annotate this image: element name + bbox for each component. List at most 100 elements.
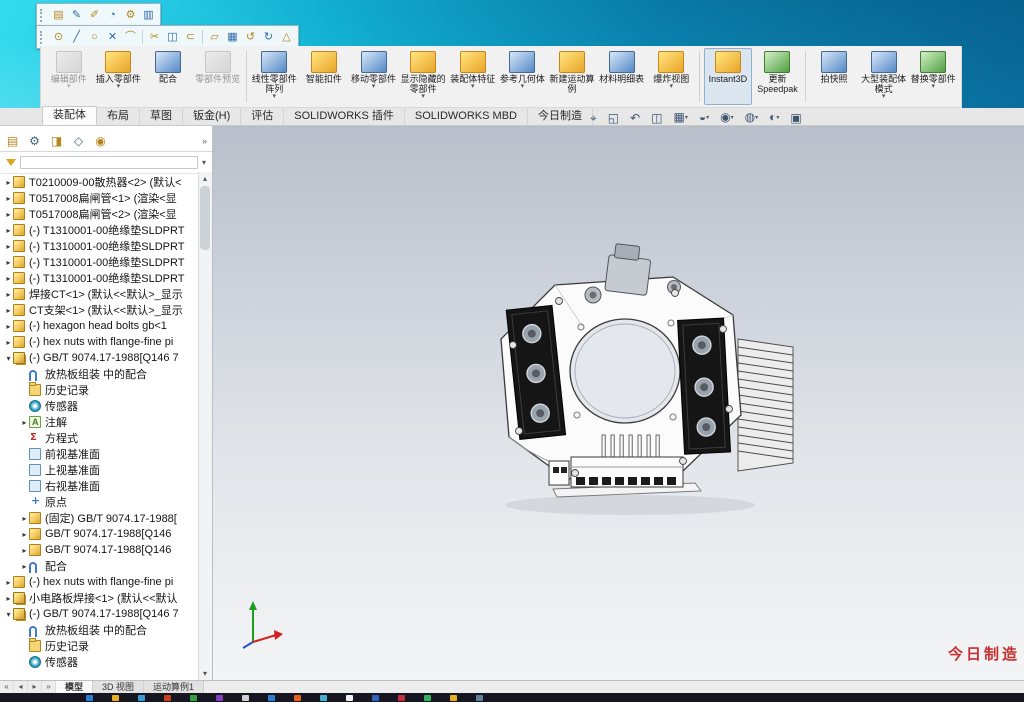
expand-arrow-icon[interactable]: ▾	[4, 354, 13, 363]
ribbon-button-update-speedpak[interactable]: 更新 Speedpak	[754, 48, 802, 105]
tree-item[interactable]: ▸T0210009-00散热器<2> (默认<	[0, 174, 199, 190]
tree-item[interactable]: ▸GB/T 9074.17-1988[Q146	[0, 542, 199, 558]
3d-views-tab[interactable]: 3D 视图	[93, 681, 144, 693]
tree-item[interactable]: 右视基准面	[0, 478, 199, 494]
expand-arrow-icon[interactable]: ▸	[4, 242, 13, 251]
notebook-icon[interactable]: ▥	[140, 7, 157, 23]
expand-arrow-icon[interactable]: ▸	[20, 418, 29, 427]
pen-icon[interactable]: ✎	[68, 7, 85, 23]
tab-scroll-next-icon[interactable]: ▸	[28, 681, 42, 693]
expand-arrow-icon[interactable]: ▸	[20, 562, 29, 571]
scroll-down-icon[interactable]: ▾	[199, 667, 211, 680]
expand-arrow-icon[interactable]: ▸	[4, 258, 13, 267]
arc-icon[interactable]: ⌒	[122, 29, 139, 45]
tab-solidworks-mbd[interactable]: SOLIDWORKS MBD	[405, 108, 528, 125]
trim-icon[interactable]: ✂	[146, 29, 163, 45]
tree-item[interactable]: 历史记录	[0, 638, 199, 654]
taskbar-app-icon[interactable]	[164, 695, 171, 701]
taskbar-app-icon[interactable]	[112, 695, 119, 701]
tree-item[interactable]: ▸T0517008扁闸管<1> (渲染<显	[0, 190, 199, 206]
tree-item[interactable]: ▸配合	[0, 558, 199, 574]
circle-icon[interactable]: ○	[86, 29, 103, 45]
expand-arrow-icon[interactable]: ▸	[4, 338, 13, 347]
model-tab[interactable]: 模型	[56, 681, 93, 693]
zoom-fit-icon[interactable]: ⌖	[585, 110, 602, 126]
featuremanager-tab[interactable]: ▤	[5, 134, 20, 148]
expand-arrow-icon[interactable]: ▸	[4, 322, 13, 331]
tab-scroll-prev-icon[interactable]: ◂	[14, 681, 28, 693]
tab-scroll-first-icon[interactable]: «	[0, 681, 14, 693]
tree-item[interactable]: ▸(-) hex nuts with flange-fine pi	[0, 334, 199, 350]
ribbon-button-smart-fasteners[interactable]: 智能扣件	[300, 48, 348, 105]
tab-evaluate[interactable]: 评估	[241, 108, 284, 125]
ribbon-button-edit-component[interactable]: 编辑部件	[45, 48, 93, 105]
tree-item[interactable]: 原点	[0, 494, 199, 510]
tree-item[interactable]: ▸(-) hex nuts with flange-fine pi	[0, 574, 199, 590]
tree-item[interactable]: ▸(-) T1310001-00绝缘垫SLDPRT	[0, 238, 199, 254]
ribbon-button-exploded-view[interactable]: 爆炸视图	[647, 48, 695, 105]
taskbar-app-icon[interactable]	[294, 695, 301, 701]
scroll-up-icon[interactable]: ▴	[199, 172, 211, 185]
mirror-icon[interactable]: ◫	[164, 29, 181, 45]
tree-item[interactable]: ▸(-) T1310001-00绝缘垫SLDPRT	[0, 254, 199, 270]
expand-arrow-icon[interactable]: ▸	[20, 514, 29, 523]
expand-arrow-icon[interactable]: ▸	[4, 274, 13, 283]
tree-item[interactable]: ▸GB/T 9074.17-1988[Q146	[0, 526, 199, 542]
tab-scroll-last-icon[interactable]: »	[42, 681, 56, 693]
toolbar-grip[interactable]	[40, 31, 46, 44]
previous-view-icon[interactable]: ↶	[625, 110, 645, 126]
tree-item[interactable]: ▸T0517008扁闸管<2> (渲染<显	[0, 206, 199, 222]
display-style-icon[interactable]: ◒	[694, 109, 714, 126]
erase-icon[interactable]: ✕	[104, 29, 121, 45]
taskbar-app-icon[interactable]	[346, 695, 353, 701]
section-view-icon[interactable]: ◫	[646, 110, 667, 126]
filter-funnel-icon[interactable]	[6, 159, 16, 166]
smart-dimension-icon[interactable]: ⊙	[50, 29, 67, 45]
tree-item[interactable]: ▸注解	[0, 414, 199, 430]
undo-icon[interactable]: ↺	[242, 29, 259, 45]
tab-sheet-metal[interactable]: 钣金(H)	[183, 108, 241, 125]
expand-arrow-icon[interactable]: ▸	[4, 290, 13, 299]
filter-input[interactable]	[20, 156, 198, 169]
expand-arrow-icon[interactable]: ▸	[4, 210, 13, 219]
tree-item[interactable]: ▸(-) T1310001-00绝缘垫SLDPRT	[0, 270, 199, 286]
redo-icon[interactable]: ↻	[260, 29, 277, 45]
taskbar-app-icon[interactable]	[138, 695, 145, 701]
pattern-icon[interactable]: ▦	[224, 29, 241, 45]
ribbon-button-reference-geometry[interactable]: 参考几何体	[499, 48, 547, 105]
ribbon-button-replace-components[interactable]: 替换零部件	[909, 48, 957, 105]
ribbon-button-new-motion-study[interactable]: 新建运动算例	[548, 48, 596, 105]
configurationmanager-tab[interactable]: ◨	[49, 134, 64, 148]
ribbon-button-bill-of-materials[interactable]: 材料明细表	[598, 48, 646, 105]
panel-flyout-chevron-icon[interactable]: »	[202, 136, 207, 146]
ribbon-button-instant3d[interactable]: Instant3D	[704, 48, 752, 105]
windows-taskbar[interactable]	[0, 693, 1024, 702]
toolbar-grip[interactable]	[40, 9, 46, 22]
ribbon-button-mate[interactable]: 配合	[144, 48, 192, 105]
ribbon-button-assembly-features[interactable]: 装配体特征	[449, 48, 497, 105]
expand-arrow-icon[interactable]: ▸	[4, 178, 13, 187]
tree-item[interactable]: 上视基准面	[0, 462, 199, 478]
ribbon-button-show-hidden[interactable]: 显示隐藏的零部件	[399, 48, 447, 105]
taskbar-app-icon[interactable]	[216, 695, 223, 701]
ribbon-button-take-snapshot[interactable]: 拍快照	[810, 48, 858, 105]
tab-sketch[interactable]: 草图	[140, 108, 183, 125]
taskbar-app-icon[interactable]	[476, 695, 483, 701]
tab-jinri-zhizao[interactable]: 今日制造	[528, 108, 593, 125]
taskbar-app-icon[interactable]	[242, 695, 249, 701]
tab-assembly[interactable]: 装配体	[42, 106, 97, 125]
ribbon-button-move-component[interactable]: 移动零部件	[350, 48, 398, 105]
expand-arrow-icon[interactable]: ▸	[20, 530, 29, 539]
scene-icon[interactable]: ◐	[764, 109, 784, 126]
tree-item[interactable]: ▸(-) T1310001-00绝缘垫SLDPRT	[0, 222, 199, 238]
tree-item[interactable]: ▸(固定) GB/T 9074.17-1988[	[0, 510, 199, 526]
taskbar-app-icon[interactable]	[190, 695, 197, 701]
taskbar-app-icon[interactable]	[320, 695, 327, 701]
tree-item[interactable]: 方程式	[0, 430, 199, 446]
appearance-icon[interactable]: ◍	[740, 109, 764, 126]
ribbon-button-insert-components[interactable]: 插入零部件	[95, 48, 143, 105]
expand-arrow-icon[interactable]: ▸	[20, 546, 29, 555]
tree-item[interactable]: 传感器	[0, 654, 199, 670]
tree-item[interactable]: 传感器	[0, 398, 199, 414]
tree-item[interactable]: 放热板组装 中的配合	[0, 366, 199, 382]
